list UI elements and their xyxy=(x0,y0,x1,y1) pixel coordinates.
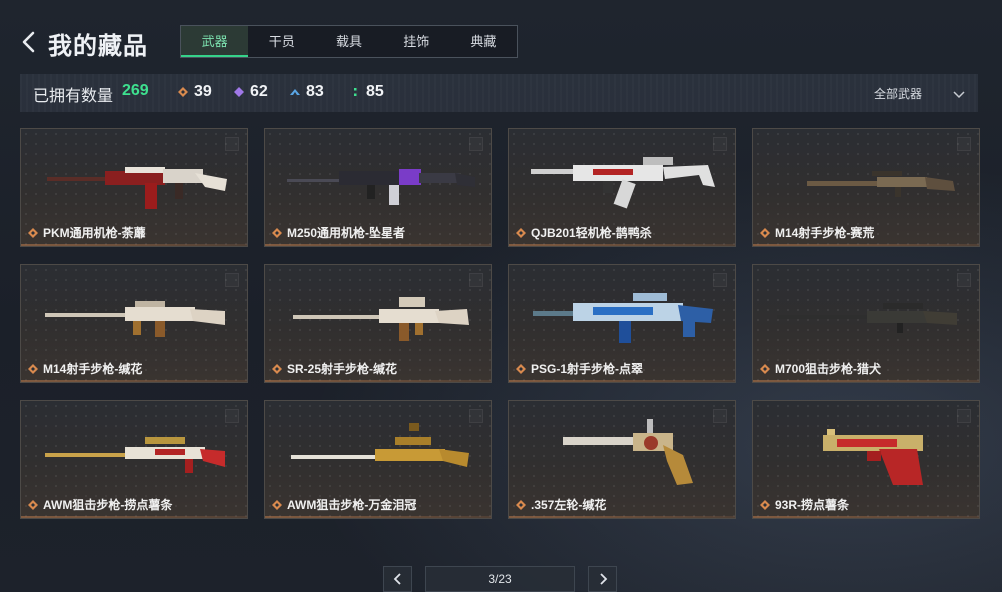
filter-label: 全部武器 xyxy=(873,87,922,101)
machine-gun-image xyxy=(47,167,227,209)
header: 我的藏品 武器 干员 载具 挂饰 典藏 xyxy=(0,0,1002,68)
revolver-image xyxy=(563,419,693,485)
rarity-icon xyxy=(516,499,526,510)
collection-card[interactable]: .357左轮-缄花 xyxy=(508,400,736,519)
card-label: PSG-1射手步枪-点翠 xyxy=(516,360,643,377)
card-label: M250通用机枪-坠星者 xyxy=(272,224,405,241)
page-indicator: 3/23 xyxy=(425,566,575,592)
rarity-icon xyxy=(28,227,38,238)
tier-count: 39 xyxy=(194,83,212,100)
green-dots-icon xyxy=(354,88,357,96)
item-name: M250通用机枪-坠星者 xyxy=(287,226,406,240)
rarity-icon xyxy=(760,499,770,510)
item-name: .357左轮-缄花 xyxy=(531,498,607,512)
blue-arrow-icon xyxy=(290,89,300,95)
item-name: PKM通用机枪-荼蘼 xyxy=(43,226,146,240)
purple-diamond-icon xyxy=(234,87,244,97)
chevron-left-icon xyxy=(393,573,401,585)
rarity-icon xyxy=(516,227,526,238)
sniper-rifle-image xyxy=(45,437,225,473)
collection-card[interactable]: PSG-1射手步枪-点翠 xyxy=(508,264,736,383)
card-label: M14射手步枪-缄花 xyxy=(28,360,142,377)
rarity-icon xyxy=(272,363,282,374)
rarity-icon xyxy=(516,363,526,374)
owned-label: 已拥有数量 xyxy=(33,88,114,105)
rarity-icon xyxy=(28,363,38,374)
card-label: 93R-捞点薯条 xyxy=(760,496,849,513)
item-name: AWM狙击步枪-万金泪冠 xyxy=(287,498,417,512)
tier-stat-green: 85 xyxy=(350,83,384,101)
collection-card[interactable]: AWM狙击步枪-捞点薯条 xyxy=(20,400,248,519)
collection-card[interactable]: M250通用机枪-坠星者 xyxy=(264,128,492,247)
tier-stat-blue: 83 xyxy=(290,83,324,101)
machine-gun-image xyxy=(287,169,475,205)
tab-charms[interactable]: 挂饰 xyxy=(383,26,450,57)
owned-count: 269 xyxy=(122,82,149,99)
collection-card[interactable]: M14射手步枪-缄花 xyxy=(20,264,248,383)
card-label: SR-25射手步枪-缄花 xyxy=(272,360,397,377)
tier-stat-orange: 39 xyxy=(178,83,212,101)
marksman-rifle-image xyxy=(807,171,955,197)
stats-bar: 已拥有数量 269 39 62 83 85 全部武器 xyxy=(20,74,978,112)
sniper-rifle-image xyxy=(291,423,469,467)
card-label: PKM通用机枪-荼蘼 xyxy=(28,224,146,241)
collection-card[interactable]: M700狙击步枪-猎犬 xyxy=(752,264,980,383)
card-label: M14射手步枪-赛荒 xyxy=(760,224,874,241)
pistol-image xyxy=(823,429,923,485)
next-page-button[interactable] xyxy=(588,566,617,592)
item-name: SR-25射手步枪-缄花 xyxy=(287,362,398,376)
rarity-icon xyxy=(272,227,282,238)
page-title: 我的藏品 xyxy=(48,33,148,60)
tab-vehicles[interactable]: 载具 xyxy=(315,26,382,57)
chevron-down-icon xyxy=(953,90,965,98)
tab-collection[interactable]: 典藏 xyxy=(450,26,517,57)
marksman-rifle-image xyxy=(293,297,469,341)
orange-diamond-icon xyxy=(178,87,188,97)
collection-card[interactable]: PKM通用机枪-荼蘼 xyxy=(20,128,248,247)
card-label: AWM狙击步枪-万金泪冠 xyxy=(272,496,416,513)
card-label: M700狙击步枪-猎犬 xyxy=(760,360,881,377)
tier-count: 83 xyxy=(306,83,324,100)
collection-card[interactable]: QJB201轻机枪-鹊鸭杀 xyxy=(508,128,736,247)
rarity-icon xyxy=(272,499,282,510)
item-name: QJB201轻机枪-鹊鸭杀 xyxy=(531,226,652,240)
tier-count: 85 xyxy=(366,83,384,100)
light-machine-gun-image xyxy=(531,157,715,209)
back-button[interactable] xyxy=(20,30,40,54)
item-name: PSG-1射手步枪-点翠 xyxy=(531,362,644,376)
tier-count: 62 xyxy=(250,83,268,100)
prev-page-button[interactable] xyxy=(383,566,412,592)
item-name: 93R-捞点薯条 xyxy=(775,498,850,512)
item-name: M14射手步枪-缄花 xyxy=(43,362,143,376)
weapon-filter-dropdown[interactable]: 全部武器 xyxy=(874,85,966,102)
card-label: AWM狙击步枪-捞点薯条 xyxy=(28,496,172,513)
tab-operators[interactable]: 干员 xyxy=(248,26,315,57)
rarity-icon xyxy=(760,227,770,238)
rarity-icon xyxy=(28,499,38,510)
chevron-right-icon xyxy=(599,573,607,585)
tier-stat-purple: 62 xyxy=(234,83,268,101)
tab-weapons[interactable]: 武器 xyxy=(181,26,249,57)
card-label: .357左轮-缄花 xyxy=(516,496,606,513)
item-name: AWM狙击步枪-捞点薯条 xyxy=(43,498,173,512)
item-name: M700狙击步枪-猎犬 xyxy=(775,362,882,376)
card-label: QJB201轻机枪-鹊鸭杀 xyxy=(516,224,652,241)
sniper-rifle-image xyxy=(777,303,957,333)
chevron-left-icon xyxy=(22,31,35,53)
marksman-rifle-image xyxy=(533,293,713,343)
marksman-rifle-image xyxy=(45,301,225,337)
item-name: M14射手步枪-赛荒 xyxy=(775,226,875,240)
category-tabs: 武器 干员 载具 挂饰 典藏 xyxy=(180,25,518,58)
collection-card[interactable]: AWM狙击步枪-万金泪冠 xyxy=(264,400,492,519)
collection-card[interactable]: M14射手步枪-赛荒 xyxy=(752,128,980,247)
collection-card[interactable]: 93R-捞点薯条 xyxy=(752,400,980,519)
collection-card[interactable]: SR-25射手步枪-缄花 xyxy=(264,264,492,383)
rarity-icon xyxy=(760,363,770,374)
